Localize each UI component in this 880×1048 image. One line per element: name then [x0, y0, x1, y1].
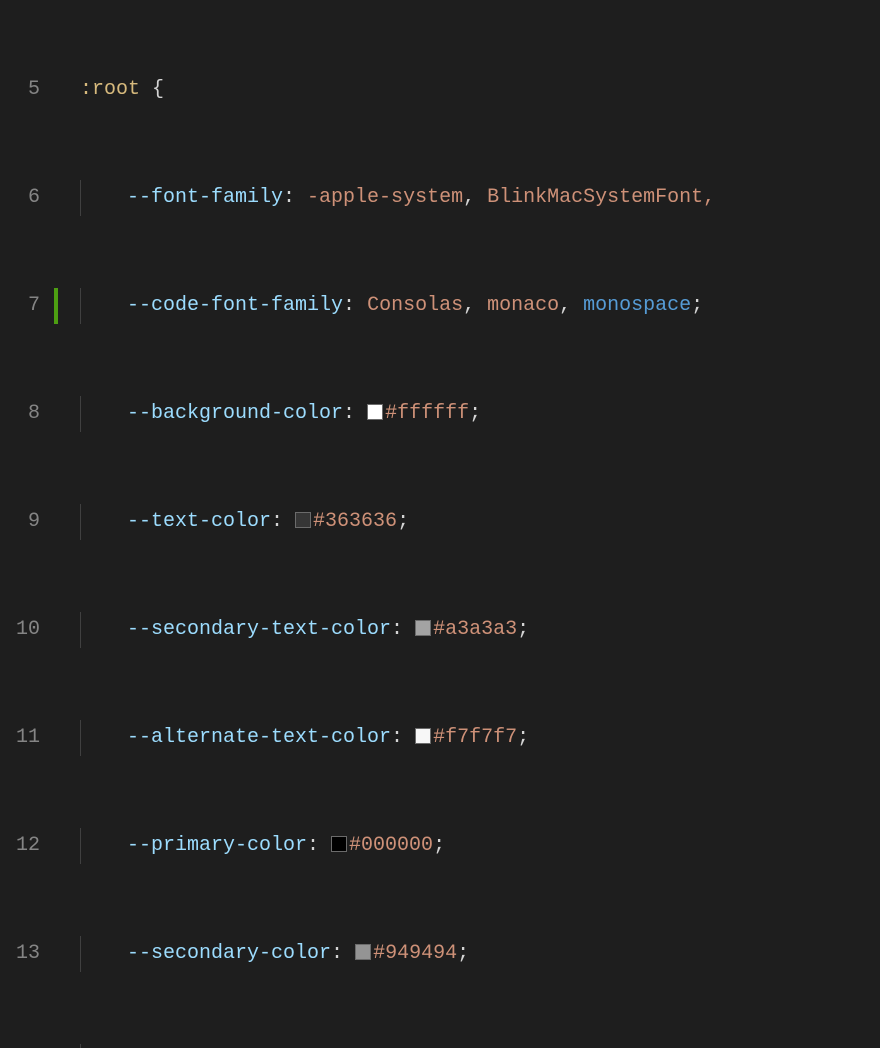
line-number: 5 [0, 72, 40, 108]
code-line[interactable]: --text-color: #363636; [80, 504, 880, 540]
css-property: --primary-color [127, 834, 307, 857]
css-value: monospace [583, 294, 691, 317]
code-editor[interactable]: 5 6 7 8 9 10 11 12 13 14 15 16 17 18 19 … [0, 0, 880, 1048]
css-color-value: #ffffff [385, 402, 469, 425]
css-color-value: #363636 [313, 510, 397, 533]
code-line[interactable]: --green-color: #3a9417; [80, 1044, 880, 1048]
code-line[interactable]: :root { [80, 72, 880, 108]
css-color-value: #f7f7f7 [433, 726, 517, 749]
line-number: 8 [0, 396, 40, 432]
code-line[interactable]: --primary-color: #000000; [80, 828, 880, 864]
color-swatch[interactable] [415, 620, 431, 636]
color-swatch[interactable] [331, 836, 347, 852]
code-line[interactable]: --secondary-text-color: #a3a3a3; [80, 612, 880, 648]
css-value: Consolas [367, 294, 463, 317]
css-value: -apple-system [307, 186, 463, 209]
css-property: --alternate-text-color [127, 726, 391, 749]
color-swatch[interactable] [415, 728, 431, 744]
line-number-gutter: 5 6 7 8 9 10 11 12 13 14 15 16 17 18 19 … [0, 0, 54, 1048]
css-value: monaco [487, 294, 559, 317]
css-color-value: #000000 [349, 834, 433, 857]
css-color-value: #a3a3a3 [433, 618, 517, 641]
line-number: 9 [0, 504, 40, 540]
code-line[interactable]: --font-family: -apple-system, BlinkMacSy… [80, 180, 880, 216]
css-property: --background-color [127, 402, 343, 425]
css-property: --font-family [127, 186, 283, 209]
line-number: 13 [0, 936, 40, 972]
code-line[interactable]: --alternate-text-color: #f7f7f7; [80, 720, 880, 756]
line-number: 12 [0, 828, 40, 864]
line-number: 10 [0, 612, 40, 648]
css-property: --code-font-family [127, 294, 343, 317]
line-number: 11 [0, 720, 40, 756]
modified-line-marker [54, 288, 58, 324]
color-swatch[interactable] [367, 404, 383, 420]
line-number: 6 [0, 180, 40, 216]
css-color-value: #949494 [373, 942, 457, 965]
color-swatch[interactable] [355, 944, 371, 960]
line-number: 7 [0, 288, 40, 324]
code-line[interactable]: --secondary-color: #949494; [80, 936, 880, 972]
color-swatch[interactable] [295, 512, 311, 528]
css-value: BlinkMacSystemFont, [487, 186, 715, 209]
line-number: 14 [0, 1044, 40, 1048]
css-property: --secondary-color [127, 942, 331, 965]
code-line[interactable]: --code-font-family: Consolas, monaco, mo… [80, 288, 880, 324]
code-line[interactable]: --background-color: #ffffff; [80, 396, 880, 432]
css-property: --secondary-text-color [127, 618, 391, 641]
code-area[interactable]: :root { --font-family: -apple-system, Bl… [60, 0, 880, 1048]
css-property: --text-color [127, 510, 271, 533]
selector-root: :root [80, 78, 140, 101]
